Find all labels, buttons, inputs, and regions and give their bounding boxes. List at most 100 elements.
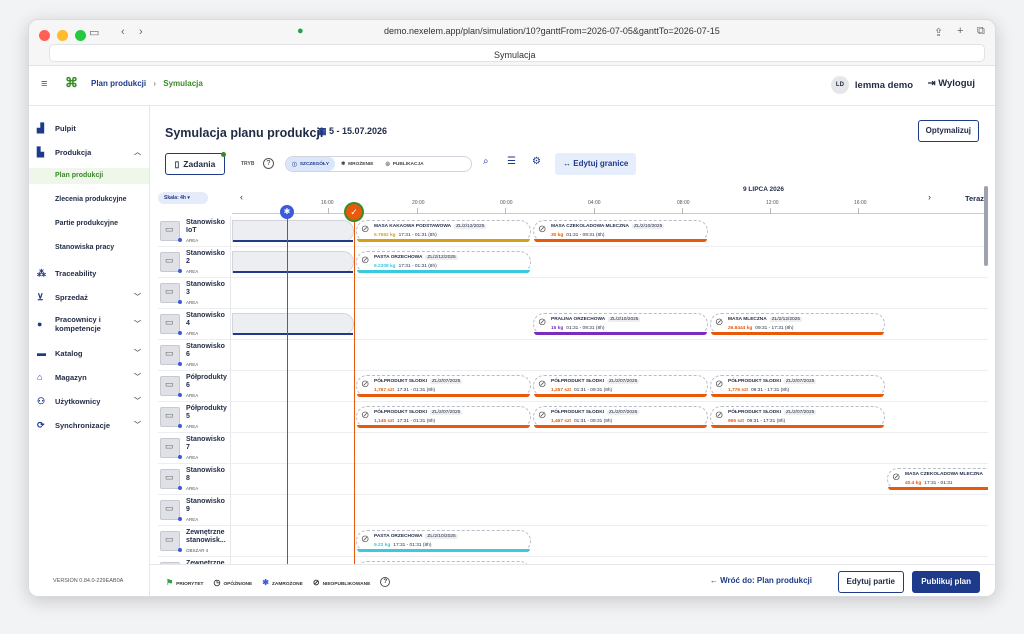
task-bar [711,332,884,335]
task-block[interactable]: ⊘ PASTA ORZECHOWA ZL/2/10/2025 9.23 kg 17:31… [356,530,531,552]
sidebar-item-uzytkownicy[interactable]: ⚇ Użytkownicy ﹀ [37,393,143,409]
resource-cell[interactable]: Stanowisko 8 AREA [158,464,231,494]
vertical-scrollbar[interactable] [984,186,988,266]
prev-arrow-icon[interactable]: ‹ [240,192,243,202]
task-block[interactable]: ⊘ MASA KAKAOWA PODSTAWOWA ZL/2/12/2025 5.76… [356,220,531,242]
workstation-icon [160,438,180,458]
workstation-icon [160,252,180,272]
tabs-overview-icon[interactable]: ⧉ [977,25,985,38]
task-block[interactable]: ⊘ PÓŁPRODUKT SŁODKI ZL/2/07/2025 1,467 szt 0… [533,406,708,428]
freeze-marker-icon[interactable]: ✱ [280,205,294,219]
edit-bounds-button[interactable]: ↔ Edytuj granice [555,153,637,175]
active-tab[interactable]: Symulacja [494,50,536,60]
publish-button[interactable]: Publikuj plan [912,571,980,593]
resource-area: AREA [186,517,199,522]
menu-icon[interactable]: ≡ [41,78,47,90]
frozen-block[interactable] [232,313,354,335]
unpublished-icon: ⊘ [538,224,547,235]
mode-details[interactable]: ⓘ SZCZEGÓŁY [286,157,336,171]
share-icon[interactable]: ⇪ [934,26,943,39]
help-icon[interactable]: ? [263,158,274,169]
status-dot [178,238,182,242]
back-button[interactable]: ← Wróć do: Plan produkcji [702,571,820,593]
frozen-block[interactable] [232,220,354,242]
resource-cell[interactable]: Półprodukty 6 AREA [158,371,231,401]
now-button[interactable]: Teraz [965,194,984,203]
forward-arrow-icon[interactable]: › [139,26,143,38]
sidebar-item-label: Synchronizacje [55,420,111,430]
task-block[interactable]: ⊘ PRALINA ORZECHOWA ZL/2/10/2025 15 kg 01:31… [533,313,708,335]
minimize-window-button[interactable] [57,30,68,41]
date-range[interactable]: ▦ 5 - 15.07.2026 [318,126,387,137]
back-arrow-icon[interactable]: ‹ [121,26,125,38]
sidebar-item-magazyn[interactable]: ⌂ Magazyn ﹀ [37,369,143,385]
logo-icon[interactable]: ⌘ [65,75,78,91]
resource-cell[interactable]: Stanowisko 4 AREA [158,309,231,339]
mode-freeze[interactable]: ✱ MROŻENIE [335,157,379,171]
optimize-button[interactable]: Optymalizuj [917,120,979,142]
sidebar-toggle-icon[interactable]: ▭ [89,26,99,39]
resource-cell[interactable]: Stanowisko 2 AREA [158,247,231,277]
person-icon: ● [37,319,43,329]
search-icon[interactable]: ⌕ [483,156,489,167]
window-controls[interactable] [39,30,86,41]
new-tab-icon[interactable]: + [957,25,963,37]
task-block[interactable]: ⊘ MASA MLECZNA ZL/2/12/2025 26.8444 kg 09:31… [710,313,885,335]
zoom-window-button[interactable] [75,30,86,41]
close-window-button[interactable] [39,30,50,41]
sidebar-item-synchronizacje[interactable]: ⟳ Synchronizacje ﹀ [37,417,143,433]
status-dot [178,486,182,490]
task-block[interactable]: ⊘ PÓŁPRODUKT SŁODKI ZL/2/07/2025 1,767 szt 1… [356,375,531,397]
scale-select[interactable]: Skala: 4h ▾ [158,192,208,204]
edit-batches-button[interactable]: Edytuj partie [837,571,904,593]
resource-cell[interactable]: Zewnętrzne stanowisk... OBSZAR 4 [158,526,231,556]
filters-icon[interactable]: ☰ [507,156,516,167]
extension-icon[interactable]: ● [297,25,304,37]
resource-cell[interactable]: Stanowisko 7 AREA [158,433,231,463]
sidebar-item-traceability[interactable]: ⁂ Traceability [37,265,143,281]
tasks-button[interactable]: ▯ Zadania [165,152,226,175]
sidebar-sub-plan[interactable]: Plan produkcji [29,168,149,184]
task-time: 17:31 - 01:31 (8h) [398,264,437,269]
task-block[interactable]: ⊘ PÓŁPRODUKT SŁODKI ZL/2/07/2025 1,776 szt 0… [710,375,885,397]
order-badge: ZL/2/12/2025 [454,224,487,229]
sidebar-sub-stanowiska[interactable]: Stanowiska pracy [55,244,114,251]
user-menu[interactable]: LD lemma demo [830,76,913,94]
logout-button[interactable]: ⇥ Wyloguj [928,78,975,89]
sidebar-item-produkcja[interactable]: ▙ Produkcja ︿ [37,144,143,160]
breadcrumb-plan[interactable]: Plan produkcji [91,79,146,88]
task-block[interactable]: ⊘ MASA CZEKOLADOWA MLECZNA ZL/2/10/2025 30 … [533,220,708,242]
resource-cell[interactable]: Stanowisko 3 AREA [158,278,231,308]
task-block[interactable]: ⊘ MASA CZEKOLADOWA MLECZNA 40.4 kg 17:31 - … [887,468,988,490]
gear-icon[interactable]: ⚙ [532,156,541,167]
resource-name: Stanowisko 7 [186,436,225,451]
task-bar [534,425,707,428]
sidebar-item-pulpit[interactable]: ▟ Pulpit [37,120,143,136]
task-block[interactable]: ⊘ PÓŁPRODUKT SŁODKI ZL/2/07/2025 1,145 szt 1… [356,406,531,428]
resource-cell[interactable]: Stanowisko 9 AREA [158,495,231,525]
task-block[interactable]: ⊘ PÓŁPRODUKT SŁODKI ZL/2/07/2025 1,257 szt 0… [533,375,708,397]
resource-cell[interactable]: Stanowisko IoT AREA [158,216,231,246]
next-arrow-icon[interactable]: › [928,192,931,202]
sidebar-item-katalog[interactable]: ▬ Katalog ﹀ [37,345,143,361]
chevron-up-icon: ︿ [134,149,141,156]
task-details: 955 szt 09:31 - 17:31 (8h) [728,419,785,424]
page-title: Symulacja planu produkcji [165,126,324,140]
sidebar-item-sprzedaz[interactable]: ⊻ Sprzedaż ﹀ [37,289,143,305]
address-bar[interactable]: demo.nexelem.app/plan/simulation/10?gant… [384,26,720,36]
help-icon[interactable]: ? [380,577,391,587]
mode-publish[interactable]: ◎ PUBLIKACJA [380,157,430,171]
sidebar-sub-zlecenia[interactable]: Zlecenia produkcyjne [55,196,127,203]
sidebar-item-pracownicy[interactable]: ● Pracownicy i kompetencje ﹀ [37,312,143,336]
task-block[interactable]: ⊘ PÓŁPRODUKT SŁODKI ZL/2/07/2025 955 szt 09:… [710,406,885,428]
resource-cell[interactable]: Stanowisko 6 AREA [158,340,231,370]
task-bar [534,394,707,397]
task-block[interactable]: ⊘ PASTA ORZECHOWA ZL/2/12/2025 9.2308 kg 17:… [356,251,531,273]
panel-icon: ▯ [174,158,180,169]
frozen-block[interactable] [232,251,354,273]
now-marker-icon[interactable]: ✓ [346,204,362,220]
sidebar-sub-partie[interactable]: Partie produkcyjne [55,220,118,227]
block-bar [233,240,353,242]
task-quantity: 26.8444 kg [728,326,753,331]
resource-cell[interactable]: Półprodukty 5 AREA [158,402,231,432]
